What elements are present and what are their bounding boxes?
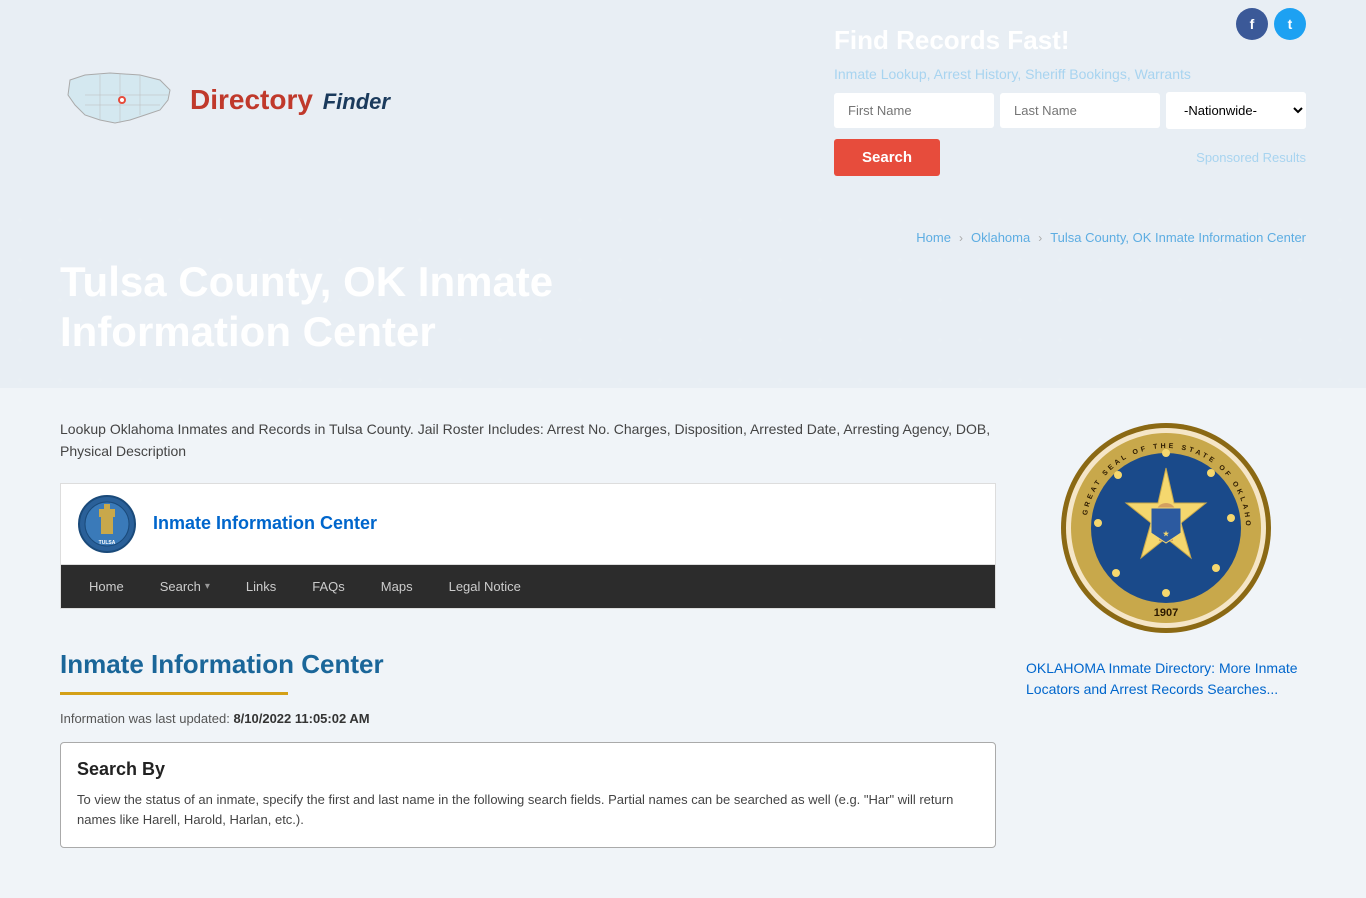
header-banner: Directory Finder Find Records Fast! Inma… xyxy=(0,0,1366,200)
svg-text:★: ★ xyxy=(1163,530,1170,538)
nav-legal[interactable]: Legal Notice xyxy=(431,565,539,608)
find-records-title: Find Records Fast! xyxy=(834,25,1069,56)
nav-search[interactable]: Search ▾ xyxy=(142,565,228,608)
tulsa-county-seal-icon: TULSA xyxy=(77,494,137,554)
inmate-widget-title: Inmate Information Center xyxy=(153,513,377,534)
usa-map-icon xyxy=(60,65,180,135)
nav-faqs[interactable]: FAQs xyxy=(294,565,363,608)
find-records-subtitle: Inmate Lookup, Arrest History, Sheriff B… xyxy=(834,66,1191,82)
logo-area: Directory Finder xyxy=(60,65,390,135)
main-content: Lookup Oklahoma Inmates and Records in T… xyxy=(0,388,1366,898)
content-right: ★ 1907 GREAT SEAL OF THE STATE OF OKLAHO… xyxy=(1026,418,1306,868)
breadcrumb-oklahoma[interactable]: Oklahoma xyxy=(971,230,1030,245)
breadcrumb-home[interactable]: Home xyxy=(916,230,951,245)
content-left: Lookup Oklahoma Inmates and Records in T… xyxy=(60,418,996,868)
search-button[interactable]: Search xyxy=(834,139,940,176)
breadcrumb-current: Tulsa County, OK Inmate Information Cent… xyxy=(1050,230,1306,245)
nav-maps[interactable]: Maps xyxy=(363,565,431,608)
twitter-icon[interactable]: t xyxy=(1274,8,1306,40)
logo-finder: Finder xyxy=(323,89,390,114)
page-title-area: Home › Oklahoma › Tulsa County, OK Inmat… xyxy=(0,200,1366,388)
breadcrumb-sep2: › xyxy=(1038,231,1042,245)
iic-divider xyxy=(60,692,440,695)
social-bar: f t xyxy=(1236,8,1306,40)
page-main-title: Tulsa County, OK Inmate Information Cent… xyxy=(60,257,1306,358)
sponsored-text: Sponsored Results xyxy=(1196,150,1306,165)
search-dropdown-icon: ▾ xyxy=(205,581,210,592)
search-row: Search Sponsored Results xyxy=(834,139,1306,176)
logo-text: Directory Finder xyxy=(190,84,390,116)
iic-heading: Inmate Information Center xyxy=(60,649,996,680)
oklahoma-seal-icon: ★ 1907 GREAT SEAL OF THE STATE OF OKLAHO… xyxy=(1056,418,1276,638)
search-by-title: Search By xyxy=(77,759,979,780)
last-updated-value: 8/10/2022 11:05:02 AM xyxy=(233,711,369,726)
ok-seal: ★ 1907 GREAT SEAL OF THE STATE OF OKLAHO… xyxy=(1026,418,1306,638)
nav-home[interactable]: Home xyxy=(71,565,142,608)
logo-directory: Directory xyxy=(190,84,313,115)
last-updated: Information was last updated: 8/10/2022 … xyxy=(60,711,996,726)
search-widget: Find Records Fast! Inmate Lookup, Arrest… xyxy=(834,25,1306,176)
svg-text:1907: 1907 xyxy=(1154,607,1178,619)
inmate-widget: TULSA Inmate Information Center Home Sea… xyxy=(60,483,996,609)
iic-section: Inmate Information Center Information wa… xyxy=(60,629,996,869)
intro-text: Lookup Oklahoma Inmates and Records in T… xyxy=(60,418,996,463)
nationwide-select[interactable]: -Nationwide- xyxy=(1166,92,1306,129)
facebook-icon[interactable]: f xyxy=(1236,8,1268,40)
svg-text:TULSA: TULSA xyxy=(99,540,116,546)
search-by-box: Search By To view the status of an inmat… xyxy=(60,742,996,849)
nav-links[interactable]: Links xyxy=(228,565,294,608)
last-name-input[interactable] xyxy=(1000,93,1160,128)
first-name-input[interactable] xyxy=(834,93,994,128)
breadcrumb: Home › Oklahoma › Tulsa County, OK Inmat… xyxy=(60,230,1306,245)
inmate-widget-header: TULSA Inmate Information Center xyxy=(61,484,995,565)
ok-directory-link[interactable]: OKLAHOMA Inmate Directory: More Inmate L… xyxy=(1026,660,1298,697)
search-inputs: -Nationwide- xyxy=(834,92,1306,129)
logo-container[interactable]: Directory Finder xyxy=(60,65,390,135)
search-by-text: To view the status of an inmate, specify… xyxy=(77,790,979,832)
inmate-nav: Home Search ▾ Links FAQs Maps Legal Noti… xyxy=(61,565,995,608)
breadcrumb-sep1: › xyxy=(959,231,963,245)
